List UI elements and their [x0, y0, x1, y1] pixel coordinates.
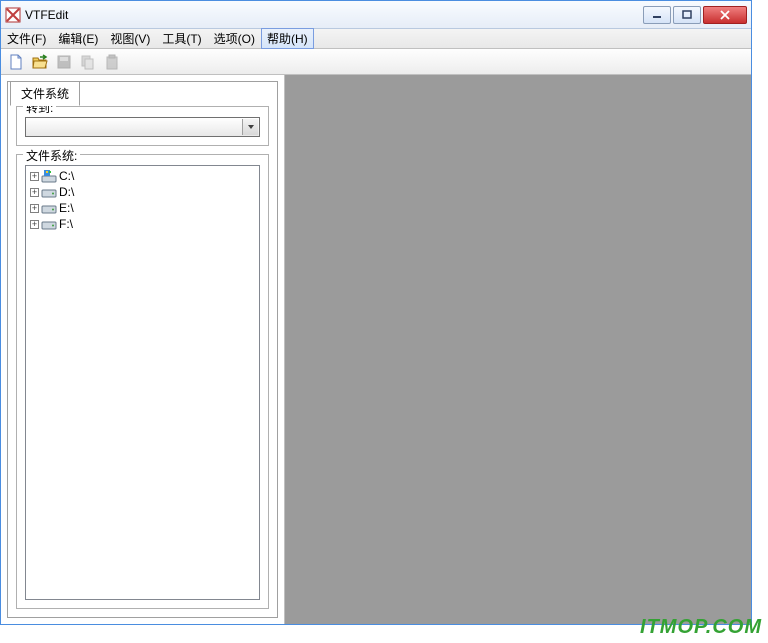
maximize-button[interactable]	[673, 6, 701, 24]
content-area	[285, 75, 751, 624]
tree-item-drive-e[interactable]: + E:\	[28, 200, 257, 216]
titlebar: VTFEdit	[1, 1, 751, 29]
new-file-button[interactable]	[5, 51, 27, 73]
menu-options[interactable]: 选项(O)	[208, 28, 261, 49]
drive-label: E:\	[59, 201, 74, 215]
app-icon	[5, 7, 21, 23]
expand-icon[interactable]: +	[30, 220, 39, 229]
body-area: 文件系统 转到: 文件系统:	[1, 75, 751, 624]
left-panel: 文件系统 转到: 文件系统:	[1, 75, 285, 624]
expand-icon[interactable]: +	[30, 172, 39, 181]
chevron-down-icon	[242, 119, 258, 135]
expand-icon[interactable]: +	[30, 188, 39, 197]
drive-label: F:\	[59, 217, 73, 231]
menu-tools[interactable]: 工具(T)	[156, 28, 207, 49]
tab-body: 转到: 文件系统: +	[8, 82, 277, 617]
drive-tree[interactable]: + C:\ + D:\	[25, 165, 260, 600]
drive-label: C:\	[59, 169, 74, 183]
drive-label: D:\	[59, 185, 74, 199]
minimize-button[interactable]	[643, 6, 671, 24]
menu-edit[interactable]: 编辑(E)	[52, 28, 104, 49]
menu-view[interactable]: 视图(V)	[104, 28, 156, 49]
menubar: 文件(F) 编辑(E) 视图(V) 工具(T) 选项(O) 帮助(H)	[1, 29, 751, 49]
window-title: VTFEdit	[25, 8, 643, 22]
tab-container: 文件系统 转到: 文件系统:	[7, 81, 278, 618]
close-button[interactable]	[703, 6, 747, 24]
tree-item-drive-d[interactable]: + D:\	[28, 184, 257, 200]
expand-icon[interactable]: +	[30, 204, 39, 213]
tree-item-drive-c[interactable]: + C:\	[28, 168, 257, 184]
open-file-button[interactable]	[29, 51, 51, 73]
toolbar	[1, 49, 751, 75]
copy-button	[77, 51, 99, 73]
tree-item-drive-f[interactable]: + F:\	[28, 216, 257, 232]
menu-help[interactable]: 帮助(H)	[261, 28, 314, 49]
tab-strip: 文件系统	[10, 81, 80, 106]
filesystem-label: 文件系统:	[23, 147, 80, 164]
filesystem-group: 文件系统: + C:\ +	[16, 154, 269, 609]
goto-combobox[interactable]	[25, 117, 260, 137]
disk-drive-icon	[41, 216, 57, 232]
system-drive-icon	[41, 168, 57, 184]
save-button	[53, 51, 75, 73]
window-controls	[643, 6, 747, 24]
disk-drive-icon	[41, 200, 57, 216]
main-window: VTFEdit 文件(F) 编辑(E) 视图(V) 工具(T) 选项(O) 帮助…	[0, 0, 752, 625]
tab-filesystem[interactable]: 文件系统	[10, 81, 80, 106]
watermark: ITMOP.COM	[640, 616, 762, 639]
menu-file[interactable]: 文件(F)	[1, 28, 52, 49]
goto-group: 转到:	[16, 106, 269, 146]
disk-drive-icon	[41, 184, 57, 200]
paste-button	[101, 51, 123, 73]
